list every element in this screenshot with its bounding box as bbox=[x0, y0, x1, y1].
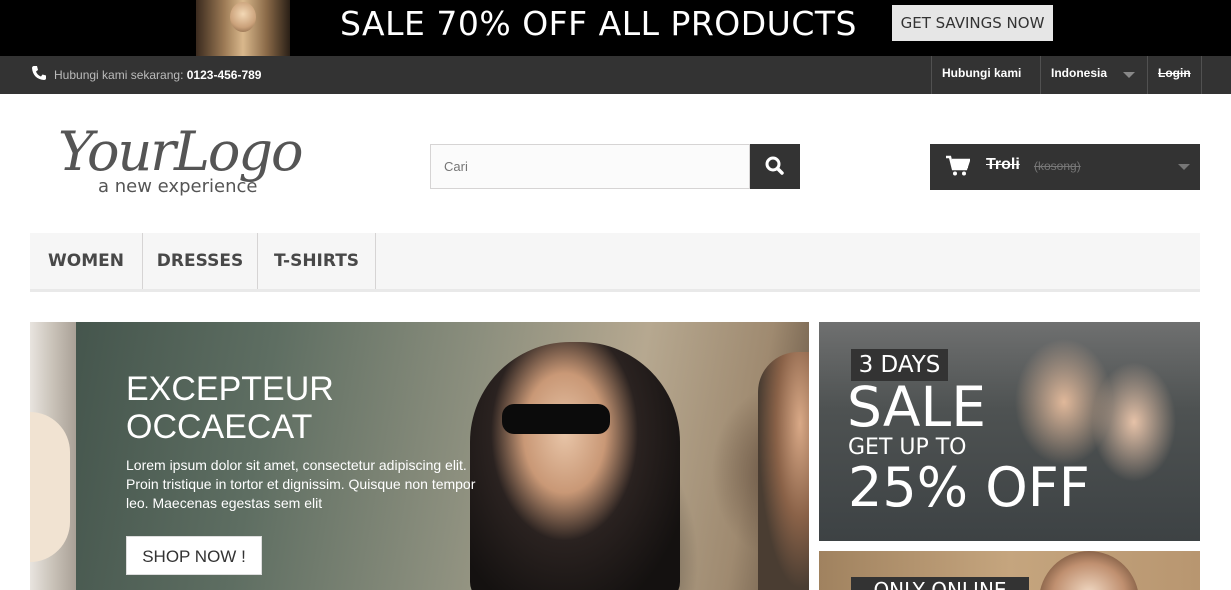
search-field[interactable] bbox=[430, 144, 750, 189]
menu-item-tshirts[interactable]: T-SHIRTS bbox=[258, 233, 376, 289]
chevron-down-icon bbox=[1123, 72, 1135, 78]
search-input[interactable] bbox=[431, 145, 749, 188]
get-savings-button[interactable]: GET SAVINGS NOW bbox=[892, 5, 1053, 41]
site-logo[interactable]: YourLogo a new experience bbox=[56, 118, 346, 198]
hero-description: Lorem ipsum dolor sit amet, consectetur … bbox=[126, 457, 476, 511]
online-banner-model-image bbox=[1039, 551, 1139, 590]
hero-model-image bbox=[470, 342, 680, 590]
search-button[interactable] bbox=[750, 144, 800, 189]
hero-title: EXCEPTEUR OCCAECAT bbox=[126, 370, 426, 446]
hero-slider[interactable]: EXCEPTEUR OCCAECAT Lorem ipsum dolor sit… bbox=[30, 322, 809, 590]
promo-model-image bbox=[196, 0, 290, 56]
search-icon bbox=[765, 156, 784, 175]
login-link[interactable]: Login bbox=[1147, 56, 1202, 94]
sale-banner-headline: SALE bbox=[847, 375, 986, 439]
sale-banner[interactable]: 3 DAYS SALE GET UP TO 25% OFF bbox=[819, 322, 1200, 541]
contact-info: Hubungi kami sekarang: 0123-456-789 bbox=[54, 68, 261, 82]
hero-sunglasses-image bbox=[502, 404, 610, 434]
top-bar: Hubungi kami sekarang: 0123-456-789 Hubu… bbox=[0, 56, 1231, 94]
promo-banner[interactable]: SALE 70% OFF ALL PRODUCTS GET SAVINGS NO… bbox=[0, 0, 1231, 56]
main-menu: WOMEN DRESSES T-SHIRTS bbox=[30, 233, 1200, 292]
phone-icon bbox=[32, 66, 46, 80]
cart-button[interactable]: Troli (kosong) bbox=[930, 144, 1200, 190]
contact-phone: 0123-456-789 bbox=[186, 68, 262, 82]
sale-banner-value: 25% OFF bbox=[848, 456, 1090, 519]
hero-man-image bbox=[758, 352, 809, 590]
promo-headline: SALE 70% OFF ALL PRODUCTS bbox=[340, 4, 857, 43]
language-selector[interactable]: Indonesia bbox=[1040, 56, 1147, 94]
logo-main-text: YourLogo bbox=[58, 120, 302, 183]
hero-title-line2: OCCAECAT bbox=[126, 408, 313, 446]
online-banner-tag: ONLY ONLINE bbox=[851, 577, 1029, 590]
nav-contact-link[interactable]: Hubungi kami bbox=[931, 56, 1040, 94]
logo-tagline: a new experience bbox=[98, 176, 257, 197]
language-label: Indonesia bbox=[1051, 66, 1108, 80]
shop-now-button[interactable]: SHOP NOW ! bbox=[126, 536, 262, 575]
online-banner[interactable]: ONLY ONLINE bbox=[819, 551, 1200, 590]
hero-prev-slide-image bbox=[30, 322, 76, 590]
chevron-down-icon bbox=[1178, 164, 1190, 170]
cart-icon bbox=[946, 155, 970, 176]
menu-item-women[interactable]: WOMEN bbox=[30, 233, 143, 289]
hero-title-line1: EXCEPTEUR bbox=[126, 370, 334, 408]
menu-item-dresses[interactable]: DRESSES bbox=[143, 233, 258, 289]
contact-label: Hubungi kami sekarang: bbox=[54, 68, 184, 82]
cart-label: Troli bbox=[986, 156, 1020, 173]
cart-status: (kosong) bbox=[1034, 159, 1081, 173]
